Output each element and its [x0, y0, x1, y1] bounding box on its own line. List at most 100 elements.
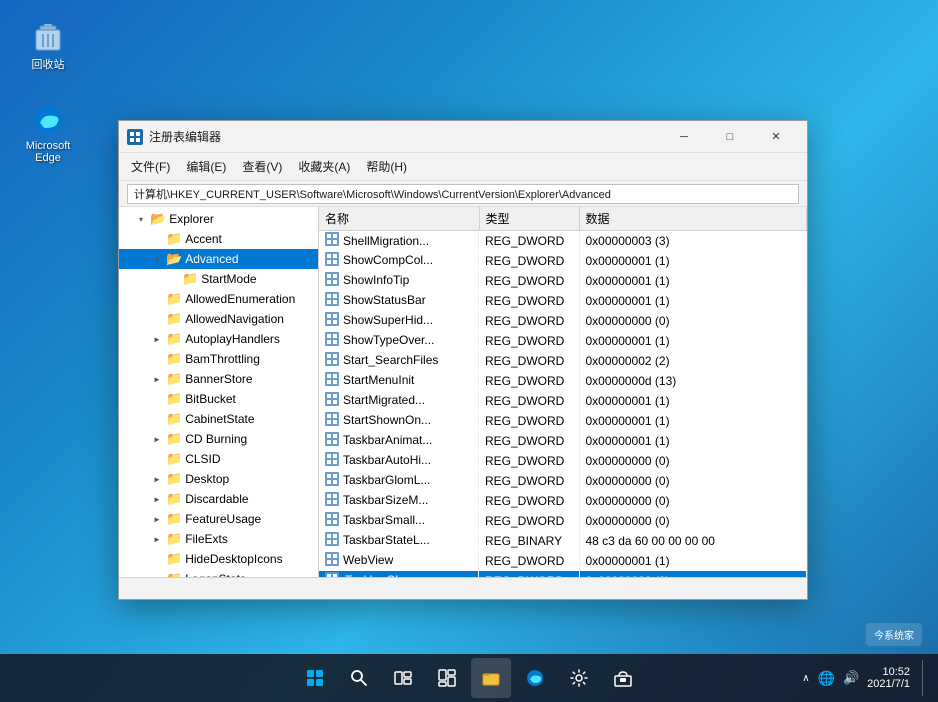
- menu-view[interactable]: 查看(V): [234, 154, 290, 179]
- table-row[interactable]: TaskbarGlomL...REG_DWORD0x00000000 (0): [319, 471, 807, 491]
- reg-type-cell: REG_DWORD: [479, 411, 579, 431]
- tray-chevron[interactable]: ∧: [802, 673, 809, 684]
- table-row[interactable]: TaskbarAutoHi...REG_DWORD0x00000000 (0): [319, 451, 807, 471]
- tree-item-advanced[interactable]: ▾ 📂 Advanced: [119, 249, 318, 269]
- menu-favorites[interactable]: 收藏夹(A): [290, 154, 358, 179]
- folder-feature-icon: 📁: [166, 511, 182, 527]
- tree-item-bitbucket[interactable]: 📁 BitBucket: [119, 389, 318, 409]
- taskbar-taskview-button[interactable]: [383, 658, 423, 698]
- expand-autoplay[interactable]: ►: [151, 333, 163, 345]
- tray-network-icon[interactable]: 🌐: [818, 670, 835, 687]
- taskbar-edge-button[interactable]: [515, 658, 555, 698]
- table-row[interactable]: TaskbarSizeM...REG_DWORD0x00000000 (0): [319, 491, 807, 511]
- expand-cdburn[interactable]: ►: [151, 433, 163, 445]
- expand-hidedesktop[interactable]: [151, 553, 163, 565]
- menu-file[interactable]: 文件(F): [123, 154, 178, 179]
- table-row[interactable]: TaskbarSmall...REG_DWORD0x00000000 (0): [319, 511, 807, 531]
- expand-cabinet[interactable]: [151, 413, 163, 425]
- col-data[interactable]: 数据: [579, 207, 807, 231]
- tree-item-feature[interactable]: ► 📁 FeatureUsage: [119, 509, 318, 529]
- expand-allowednav[interactable]: [151, 313, 163, 325]
- expand-banner[interactable]: ►: [151, 373, 163, 385]
- tree-item-explorer[interactable]: ▾ 📂 Explorer: [119, 209, 318, 229]
- minimize-button[interactable]: ─: [661, 121, 707, 153]
- reg-data-cell: 0x00000001 (1): [579, 331, 807, 351]
- expand-advanced[interactable]: ▾: [151, 253, 163, 265]
- tree-label-cdburn: CD Burning: [185, 432, 247, 446]
- tree-item-cabinet[interactable]: 📁 CabinetState: [119, 409, 318, 429]
- expand-desktop[interactable]: ►: [151, 473, 163, 485]
- tree-item-fileexts[interactable]: ► 📁 FileExts: [119, 529, 318, 549]
- reg-value-icon: [325, 552, 339, 569]
- expand-fileexts[interactable]: ►: [151, 533, 163, 545]
- expand-bam[interactable]: [151, 353, 163, 365]
- col-name[interactable]: 名称: [319, 207, 479, 231]
- tree-item-cdburn[interactable]: ► 📁 CD Burning: [119, 429, 318, 449]
- expand-allowedenum[interactable]: [151, 293, 163, 305]
- tree-item-hidedesktop[interactable]: 📁 HideDesktopIcons: [119, 549, 318, 569]
- table-row[interactable]: ShowTypeOver...REG_DWORD0x00000001 (1): [319, 331, 807, 351]
- table-row[interactable]: ShowStatusBarREG_DWORD0x00000001 (1): [319, 291, 807, 311]
- table-row[interactable]: ShowCompCol...REG_DWORD0x00000001 (1): [319, 251, 807, 271]
- menu-edit[interactable]: 编辑(E): [178, 154, 234, 179]
- tree-item-banner[interactable]: ► 📁 BannerStore: [119, 369, 318, 389]
- menu-help[interactable]: 帮助(H): [358, 154, 415, 179]
- tree-item-accent[interactable]: 📁 Accent: [119, 229, 318, 249]
- tree-item-logonstats[interactable]: 📁 LogonStats: [119, 569, 318, 577]
- reg-value-icon: [325, 472, 339, 489]
- tray-show-desktop[interactable]: [922, 660, 926, 696]
- taskbar-settings-button[interactable]: [559, 658, 599, 698]
- address-input[interactable]: 计算机\HKEY_CURRENT_USER\Software\Microsoft…: [127, 184, 799, 204]
- tray-volume-icon[interactable]: 🔊: [843, 670, 859, 686]
- taskbar-explorer-button[interactable]: [471, 658, 511, 698]
- table-row[interactable]: StartShownOn...REG_DWORD0x00000001 (1): [319, 411, 807, 431]
- close-button[interactable]: ✕: [753, 121, 799, 153]
- desktop-icon-edge[interactable]: Microsoft Edge: [16, 100, 80, 168]
- taskbar-store-button[interactable]: [603, 658, 643, 698]
- folder-autoplay-icon: 📁: [166, 331, 182, 347]
- folder-clsid-icon: 📁: [166, 451, 182, 467]
- reg-value-icon: [325, 332, 339, 349]
- taskbar-search-button[interactable]: [339, 658, 379, 698]
- table-panel[interactable]: 名称 类型 数据 ShellMigration...REG_DWORD0x000…: [319, 207, 807, 577]
- tree-item-clsid[interactable]: 📁 CLSID: [119, 449, 318, 469]
- table-row[interactable]: WebViewREG_DWORD0x00000001 (1): [319, 551, 807, 571]
- table-row[interactable]: ShowInfoTipREG_DWORD0x00000001 (1): [319, 271, 807, 291]
- reg-name-text: TaskbarAutoHi...: [343, 453, 431, 467]
- table-row[interactable]: TaskbarStateL...REG_BINARY48 c3 da 60 00…: [319, 531, 807, 551]
- tree-item-allowednav[interactable]: 📁 AllowedNavigation: [119, 309, 318, 329]
- tree-panel[interactable]: ▾ 📂 Explorer 📁 Accent ▾ 📂 Advanced: [119, 207, 319, 577]
- maximize-button[interactable]: □: [707, 121, 753, 153]
- tray-clock[interactable]: 10:52 2021/7/1: [867, 666, 910, 690]
- tree-item-allowedenum[interactable]: 📁 AllowedEnumeration: [119, 289, 318, 309]
- tree-item-discard[interactable]: ► 📁 Discardable: [119, 489, 318, 509]
- reg-name-text: TaskbarSmall...: [343, 513, 425, 527]
- expand-startmode[interactable]: [167, 273, 179, 285]
- expand-accent[interactable]: [151, 233, 163, 245]
- expand-clsid[interactable]: [151, 453, 163, 465]
- tree-item-startmode[interactable]: 📁 StartMode: [119, 269, 318, 289]
- table-row[interactable]: StartMenuInitREG_DWORD0x0000000d (13): [319, 371, 807, 391]
- table-row[interactable]: TaskbarAnimat...REG_DWORD0x00000001 (1): [319, 431, 807, 451]
- tree-item-autoplay[interactable]: ► 📁 AutoplayHandlers: [119, 329, 318, 349]
- table-row[interactable]: ShellMigration...REG_DWORD0x00000003 (3): [319, 231, 807, 251]
- reg-data-cell: 0x00000001 (1): [579, 431, 807, 451]
- reg-data-cell: 0x00000001 (1): [579, 291, 807, 311]
- tree-item-desktop[interactable]: ► 📁 Desktop: [119, 469, 318, 489]
- table-row[interactable]: StartMigrated...REG_DWORD0x00000001 (1): [319, 391, 807, 411]
- col-type[interactable]: 类型: [479, 207, 579, 231]
- table-row[interactable]: Start_SearchFilesREG_DWORD0x00000002 (2): [319, 351, 807, 371]
- status-bar: [119, 577, 807, 599]
- tree-label-allowednav: AllowedNavigation: [185, 312, 284, 326]
- reg-name-text: StartMenuInit: [343, 373, 414, 387]
- expand-bitbucket[interactable]: [151, 393, 163, 405]
- expand-explorer[interactable]: ▾: [135, 213, 147, 225]
- taskbar-widgets-button[interactable]: [427, 658, 467, 698]
- tree-label-startmode: StartMode: [201, 272, 256, 286]
- desktop-icon-recycle[interactable]: 回收站: [16, 16, 80, 76]
- expand-discard[interactable]: ►: [151, 493, 163, 505]
- tree-item-bam[interactable]: 📁 BamThrottling: [119, 349, 318, 369]
- expand-feature[interactable]: ►: [151, 513, 163, 525]
- table-row[interactable]: ShowSuperHid...REG_DWORD0x00000000 (0): [319, 311, 807, 331]
- taskbar-start-button[interactable]: [295, 658, 335, 698]
